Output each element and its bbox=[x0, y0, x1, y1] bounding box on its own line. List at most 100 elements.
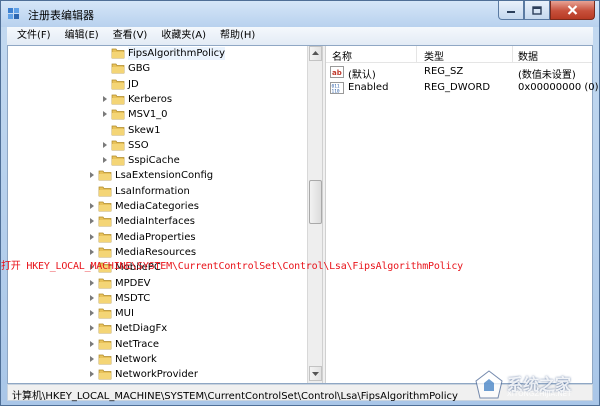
tree-item-label: MediaInterfaces bbox=[115, 216, 196, 228]
watermark-subtext: XITONGZHIJIA.NET bbox=[507, 390, 572, 398]
expand-arrow-icon[interactable] bbox=[90, 233, 94, 240]
tree-item[interactable]: NetTrace bbox=[8, 337, 308, 352]
arrow-down-icon bbox=[312, 372, 319, 376]
expand-arrow-icon[interactable] bbox=[103, 141, 107, 148]
maximize-button[interactable] bbox=[524, 1, 550, 20]
tree-item-label: MSV1_0 bbox=[128, 109, 168, 121]
column-header-data[interactable]: 数据 bbox=[518, 48, 538, 63]
expand-arrow-icon[interactable] bbox=[103, 95, 107, 102]
close-icon bbox=[567, 5, 578, 15]
expand-arrow-icon[interactable] bbox=[90, 279, 94, 286]
expand-arrow-icon[interactable] bbox=[90, 371, 94, 378]
tree-item-label: MediaCategories bbox=[115, 201, 199, 212]
folder-icon bbox=[98, 354, 112, 365]
column-header-type[interactable]: 类型 bbox=[424, 48, 444, 63]
tree-item[interactable]: MediaInterfaces bbox=[8, 214, 308, 229]
tree-item[interactable]: LsaInformation bbox=[8, 184, 308, 199]
tree-item-label: Network bbox=[115, 354, 157, 365]
tree-item[interactable]: SspiCache bbox=[8, 153, 308, 168]
cell-data: (数值未设置) bbox=[518, 70, 576, 81]
tree-item[interactable]: Skew1 bbox=[8, 123, 308, 138]
menu-item[interactable]: 收藏夹(A) bbox=[153, 27, 212, 45]
cell-data: 0x00000000 (0) bbox=[518, 82, 599, 93]
tree-item-label: FipsAlgorithmPolicy bbox=[128, 47, 226, 60]
tree-item[interactable]: Kerberos bbox=[8, 92, 308, 107]
window-title: 注册表编辑器 bbox=[28, 9, 94, 22]
svg-text:ab: ab bbox=[332, 69, 342, 77]
menu-item[interactable]: 编辑(E) bbox=[57, 27, 105, 45]
scroll-down-button[interactable] bbox=[309, 366, 322, 381]
tree-item-label: LsaInformation bbox=[115, 185, 190, 197]
list-item[interactable]: 011 110 Enabled REG_DWORD 0x00000000 (0) bbox=[326, 80, 599, 96]
column-header-name[interactable]: 名称 bbox=[332, 48, 352, 63]
tree-item-label: GBG bbox=[128, 63, 151, 75]
tree-item-label: MUI bbox=[115, 308, 134, 320]
expand-arrow-icon[interactable] bbox=[90, 340, 94, 347]
scroll-thumb[interactable] bbox=[309, 180, 322, 224]
expand-arrow-icon[interactable] bbox=[90, 218, 94, 225]
column-divider[interactable] bbox=[416, 46, 417, 63]
regedit-window: 注册表编辑器 文件(F) 编辑(E) 查看(V) 收藏夹(A) 帮助(H) FipsAl… bbox=[0, 0, 600, 406]
menu-item[interactable]: 查看(V) bbox=[105, 27, 154, 45]
minimize-button[interactable] bbox=[498, 1, 524, 20]
menu-item[interactable]: 文件(F) bbox=[9, 27, 57, 45]
tree-item[interactable]: MediaCategories bbox=[8, 199, 308, 214]
tree-item[interactable]: MPDEV bbox=[8, 276, 308, 291]
tree-item-label: SspiCache bbox=[128, 155, 180, 167]
tree-item[interactable]: FipsAlgorithmPolicy bbox=[8, 46, 308, 61]
tree-item-label: LsaExtensionConfig bbox=[115, 170, 214, 182]
folder-icon bbox=[111, 63, 125, 74]
tree-item[interactable]: LsaExtensionConfig bbox=[8, 168, 308, 183]
folder-icon bbox=[111, 155, 125, 166]
tree-item-label: NetworkProvider bbox=[115, 369, 198, 381]
folder-icon bbox=[111, 94, 125, 105]
cell-type: REG_SZ bbox=[424, 66, 464, 77]
instruction-annotation: 打开 HKEY_LOCAL_MACHINE\SYSTEM\CurrentCont… bbox=[1, 261, 463, 272]
tree-item-label: MSDTC bbox=[115, 292, 151, 304]
tree-item-label: MPDEV bbox=[115, 277, 151, 289]
expand-arrow-icon[interactable] bbox=[90, 248, 94, 255]
expand-arrow-icon[interactable] bbox=[90, 294, 94, 301]
tree-item[interactable]: MediaProperties bbox=[8, 230, 308, 245]
close-button[interactable] bbox=[550, 1, 595, 20]
tree-item[interactable]: Network bbox=[8, 352, 308, 367]
registry-tree[interactable]: FipsAlgorithmPolicy GBG JD Kerberos MSV1_0 Sk… bbox=[8, 46, 322, 383]
folder-icon bbox=[111, 109, 125, 120]
expand-arrow-icon[interactable] bbox=[103, 157, 107, 164]
folder-icon bbox=[111, 140, 125, 151]
cell-type: REG_DWORD bbox=[424, 82, 491, 93]
expand-arrow-icon[interactable] bbox=[90, 203, 94, 209]
scroll-up-button[interactable] bbox=[309, 46, 322, 61]
folder-icon bbox=[98, 232, 112, 242]
minimize-icon bbox=[507, 11, 515, 13]
tree-item[interactable]: JD bbox=[8, 77, 308, 92]
expand-arrow-icon[interactable] bbox=[90, 325, 94, 332]
tree-item-label: MediaProperties bbox=[115, 231, 196, 243]
tree-item[interactable]: MSDTC bbox=[8, 291, 308, 306]
values-list[interactable]: 名称 类型 数据 ab (默认) REG_SZ (数值未设置) 011 110 Enable… bbox=[326, 46, 599, 383]
title-bar[interactable]: 注册表编辑器 bbox=[1, 1, 599, 27]
column-divider[interactable] bbox=[512, 46, 513, 63]
tree-item[interactable]: GBG bbox=[8, 61, 308, 76]
expand-arrow-icon[interactable] bbox=[90, 310, 94, 317]
tree-item-label: JD bbox=[128, 78, 139, 90]
tree-vertical-scrollbar[interactable] bbox=[307, 46, 322, 383]
expand-arrow-icon[interactable] bbox=[90, 172, 94, 179]
menu-item[interactable]: 帮助(H) bbox=[212, 27, 261, 45]
tree-item[interactable]: SSO bbox=[8, 138, 308, 153]
expand-arrow-icon[interactable] bbox=[90, 356, 94, 362]
menu-bar: 文件(F) 编辑(E) 查看(V) 收藏夹(A) 帮助(H) bbox=[7, 27, 593, 45]
regedit-app-icon bbox=[8, 8, 19, 19]
list-item[interactable]: ab (默认) REG_SZ (数值未设置) bbox=[326, 64, 592, 81]
tree-item[interactable]: NetworkProvider bbox=[8, 367, 308, 382]
cell-name: (默认) bbox=[348, 70, 376, 81]
expand-arrow-icon[interactable] bbox=[103, 111, 107, 118]
tree-item[interactable]: NetDiagFx bbox=[8, 321, 308, 336]
folder-icon bbox=[111, 125, 125, 135]
tree-item[interactable]: MSV1_0 bbox=[8, 107, 308, 122]
folder-icon bbox=[98, 293, 112, 304]
tree-item[interactable]: MUI bbox=[8, 306, 308, 321]
tree-item-label: SSO bbox=[128, 139, 149, 151]
string-value-icon: ab bbox=[330, 66, 344, 78]
tree-item-label: NetTrace bbox=[115, 338, 160, 350]
